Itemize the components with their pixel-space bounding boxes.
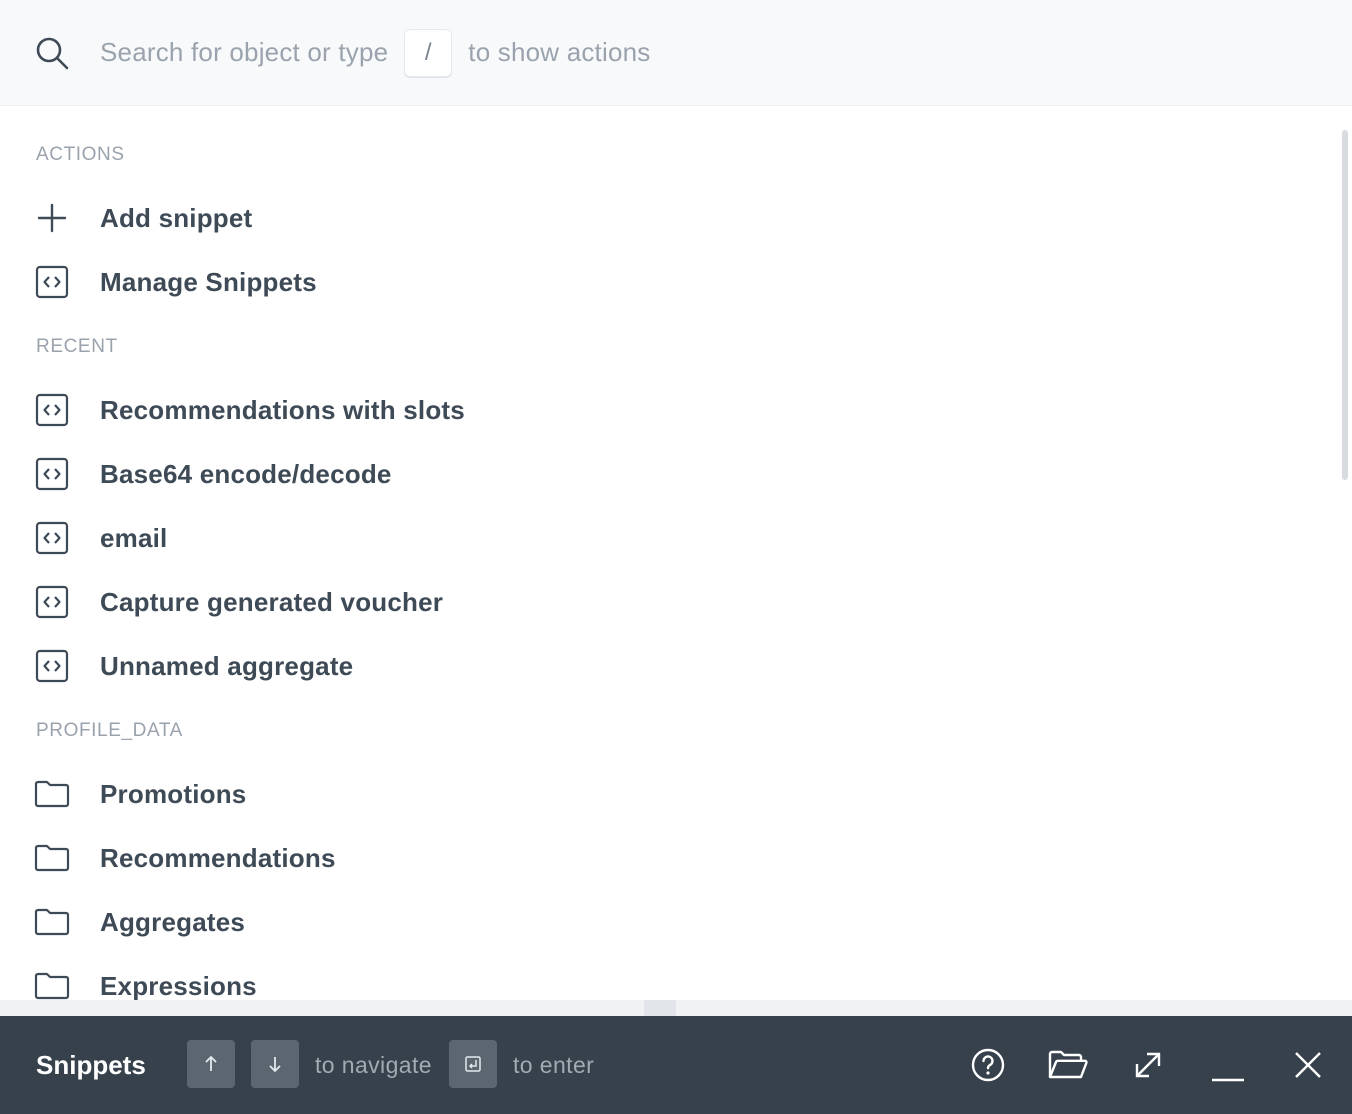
search-placeholder-start: Search for object or type [100, 37, 389, 67]
folder-item-label: Expressions [100, 970, 257, 1001]
folder-item[interactable]: Aggregates [0, 892, 1300, 952]
section-header-recent: RECENT [36, 336, 118, 357]
expand-icon [1135, 1052, 1161, 1078]
recent-item[interactable]: Recommendations with slots [0, 380, 1300, 440]
minimize-icon [1212, 1078, 1244, 1082]
code-snippet-icon [35, 585, 69, 619]
code-snippet-icon [35, 521, 69, 555]
slash-key-hint: / [404, 28, 453, 77]
folder-item[interactable]: Promotions [0, 764, 1300, 824]
recent-item[interactable]: Unnamed aggregate [0, 636, 1300, 696]
folder-icon [34, 780, 70, 808]
arrow-up-icon [205, 1055, 217, 1071]
recent-item[interactable]: email [0, 508, 1300, 568]
arrow-up-key [187, 1040, 235, 1088]
recent-item[interactable]: Capture generated voucher [0, 572, 1300, 632]
help-button[interactable] [966, 1043, 1010, 1087]
search-bar[interactable]: Search for object or type / to show acti… [0, 0, 1352, 106]
footer-title: Snippets [36, 1049, 146, 1080]
horizontal-scrollbar-thumb[interactable] [644, 1000, 676, 1016]
folder-item-label: Aggregates [100, 906, 246, 937]
folder-item[interactable]: Recommendations [0, 828, 1300, 888]
enter-hint: to enter [513, 1051, 595, 1078]
folder-item[interactable]: Expressions [0, 956, 1300, 1000]
section-header-actions: ACTIONS [36, 144, 125, 165]
action-label: Add snippet [100, 202, 253, 233]
folder-icon [34, 908, 70, 936]
code-snippet-icon [35, 393, 69, 427]
folder-item-label: Recommendations [100, 842, 336, 873]
search-icon [36, 37, 69, 70]
recent-item-label: Capture generated voucher [100, 586, 444, 617]
open-folder-button[interactable] [1046, 1043, 1090, 1087]
search-placeholder-end: to show actions [468, 37, 651, 67]
arrow-down-icon [269, 1057, 281, 1073]
recent-item-label: email [100, 522, 168, 553]
folder-icon [34, 844, 70, 872]
code-snippet-icon [35, 649, 69, 683]
results-list[interactable]: ACTIONS Add snippet Manage Snippets RECE… [0, 106, 1336, 1000]
section-header-profile-data: PROFILE_DATA [36, 720, 183, 741]
recent-item-label: Base64 encode/decode [100, 458, 392, 489]
action-label: Manage Snippets [100, 266, 317, 297]
recent-item-label: Unnamed aggregate [100, 650, 354, 681]
horizontal-scrollbar[interactable] [0, 1000, 1352, 1016]
action-manage-snippets[interactable]: Manage Snippets [0, 252, 1300, 312]
arrow-down-key [251, 1040, 299, 1088]
footer-bar: Snippets to navigate to enter [0, 1016, 1352, 1114]
plus-icon [37, 203, 67, 233]
help-circle-icon [971, 1048, 1005, 1082]
action-add-snippet[interactable]: Add snippet [0, 188, 1300, 248]
recent-item-label: Recommendations with slots [100, 394, 465, 425]
recent-item[interactable]: Base64 encode/decode [0, 444, 1300, 504]
folder-open-icon [1048, 1050, 1088, 1079]
code-snippet-icon [35, 265, 69, 299]
folder-item-label: Promotions [100, 778, 247, 809]
enter-icon [465, 1056, 481, 1072]
enter-key [449, 1040, 497, 1088]
minimize-button[interactable] [1206, 1043, 1250, 1087]
folder-icon [34, 972, 70, 1000]
close-icon [1295, 1052, 1321, 1078]
navigate-hint: to navigate [315, 1051, 432, 1078]
vertical-scrollbar[interactable] [1342, 130, 1348, 480]
code-snippet-icon [35, 457, 69, 491]
close-button[interactable] [1286, 1043, 1330, 1087]
expand-button[interactable] [1126, 1043, 1170, 1087]
search-input[interactable]: Search for object or type / to show acti… [100, 0, 650, 105]
